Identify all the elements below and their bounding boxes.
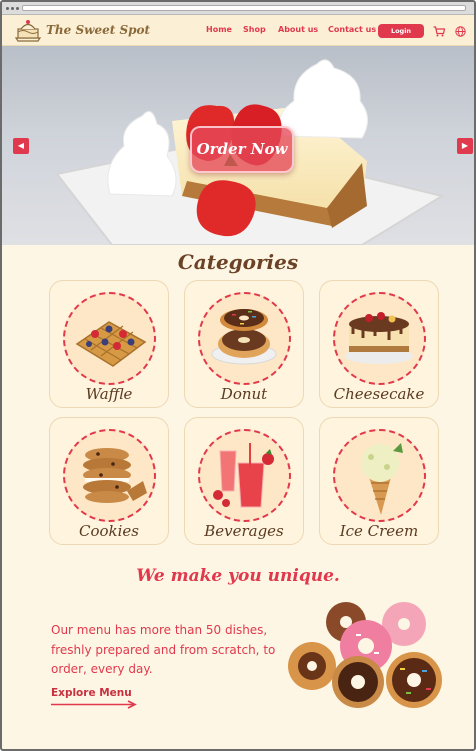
categories-title: Categories	[177, 250, 299, 274]
login-button[interactable]: Login	[378, 24, 424, 38]
nav-link-home[interactable]: Home	[206, 25, 232, 34]
browser-window: The Sweet Spot Home Shop About us Contac…	[0, 0, 476, 751]
explore-menu-link[interactable]: Explore Menu	[51, 687, 132, 699]
category-card-donut[interactable]: Donut	[184, 280, 304, 408]
menu-description: Our menu has more than 50 dishes, freshl…	[51, 623, 276, 676]
nav-link-about[interactable]: About us	[278, 25, 318, 34]
donut-image	[211, 309, 277, 365]
ice-cream-image	[361, 443, 403, 515]
address-bar[interactable]	[22, 5, 466, 11]
category-label: Beverages	[204, 522, 284, 540]
category-label: Waffle	[85, 385, 133, 403]
category-image-frame	[198, 429, 291, 522]
cart-icon[interactable]	[433, 26, 445, 37]
brand-name[interactable]: The Sweet Spot	[46, 23, 150, 37]
category-image-frame	[333, 429, 426, 522]
tagline: We make you unique.	[136, 566, 340, 586]
category-card-cookies[interactable]: Cookies	[49, 417, 169, 545]
category-card-ice-cream[interactable]: Ice Creem	[319, 417, 439, 545]
nav-link-shop[interactable]: Shop	[243, 25, 266, 34]
cheesecake-image	[345, 312, 413, 364]
category-image-frame	[63, 429, 156, 522]
arrow-right-icon[interactable]	[51, 700, 137, 709]
cake-logo-icon	[14, 20, 42, 42]
order-now-button[interactable]: Order Now	[190, 126, 294, 173]
category-card-waffle[interactable]: Waffle	[49, 280, 169, 408]
beverages-image	[213, 443, 274, 508]
navbar: The Sweet Spot Home Shop About us Contac…	[2, 15, 474, 46]
arrow-right-icon[interactable]: ▶	[457, 138, 473, 154]
category-image-frame	[63, 292, 156, 385]
cookies-image	[83, 448, 147, 503]
category-label: Ice Creem	[339, 522, 419, 540]
window-dot	[16, 7, 19, 10]
browser-chrome	[2, 2, 474, 15]
window-dot	[11, 7, 14, 10]
window-dot	[6, 7, 9, 10]
category-image-frame	[333, 292, 426, 385]
category-label: Cheesecake	[333, 385, 425, 403]
category-card-beverages[interactable]: Beverages	[184, 417, 304, 545]
category-label: Donut	[220, 385, 268, 403]
category-card-cheesecake[interactable]: Cheesecake	[319, 280, 439, 408]
waffle-image	[75, 321, 147, 367]
arrow-left-icon[interactable]: ◀	[13, 138, 29, 154]
globe-icon[interactable]	[455, 26, 466, 37]
donuts-image	[288, 602, 442, 708]
category-image-frame	[198, 292, 291, 385]
category-label: Cookies	[79, 522, 139, 540]
nav-link-contact[interactable]: Contact us	[328, 25, 376, 34]
